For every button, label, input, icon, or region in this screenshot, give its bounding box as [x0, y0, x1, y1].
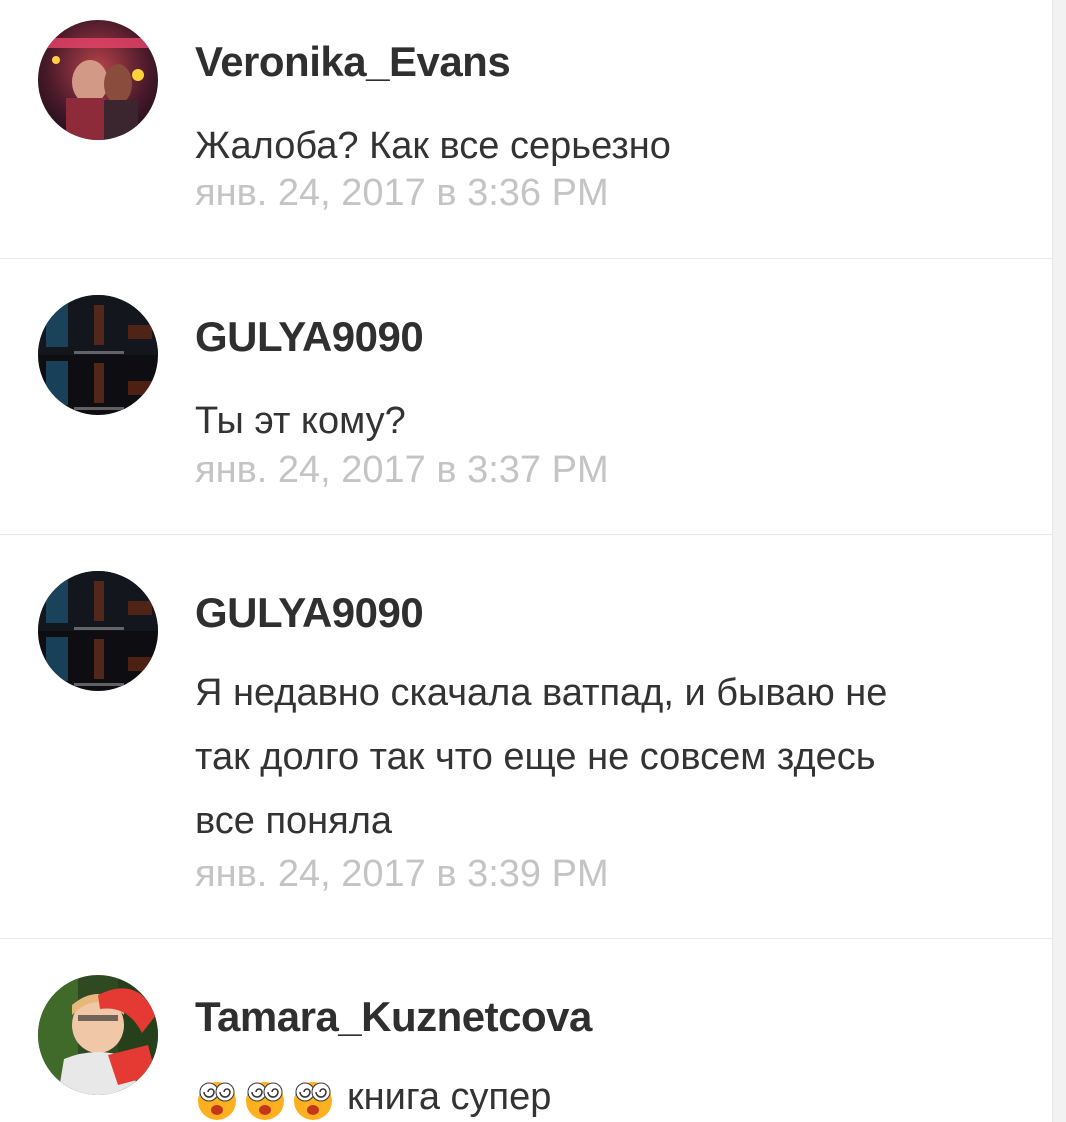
- user-photo-avatar-icon: [38, 20, 158, 140]
- comment-text: Жалоба? Как все серьезно: [195, 125, 671, 167]
- comment-item: GULYA9090 Ты эт кому? янв. 24, 2017 в 3:…: [0, 259, 1052, 535]
- avatar[interactable]: [38, 571, 158, 691]
- avatar[interactable]: [38, 295, 158, 415]
- comment-timestamp: янв. 24, 2017 в 3:36 PM: [195, 172, 609, 214]
- comment-text-body: книга супер: [347, 1076, 552, 1118]
- dizzy-face-emoji-icon: [294, 1081, 332, 1120]
- comment-item: Veronika_Evans Жалоба? Как все серьезно …: [0, 0, 1052, 259]
- avatar[interactable]: [38, 975, 158, 1095]
- avatar[interactable]: [38, 20, 158, 140]
- comment-item: Tamara_Kuznetcova книга супер: [0, 939, 1052, 1122]
- comments-list: Veronika_Evans Жалоба? Как все серьезно …: [0, 0, 1053, 1122]
- dizzy-face-emoji-icon: [246, 1081, 284, 1120]
- comment-username[interactable]: GULYA9090: [195, 313, 424, 361]
- comment-timestamp: янв. 24, 2017 в 3:39 PM: [195, 853, 609, 895]
- comment-item: GULYA9090 Я недавно скачала ватпад, и бы…: [0, 535, 1052, 939]
- comment-text: книга супер: [195, 1065, 995, 1122]
- comment-text: Я недавно скачала ватпад, и бываю не так…: [195, 661, 995, 853]
- comment-text-line: Я недавно скачала ватпад, и бываю не: [195, 672, 888, 714]
- emoji-group: [195, 1077, 335, 1121]
- comment-username[interactable]: Veronika_Evans: [195, 38, 511, 86]
- comment-timestamp: янв. 24, 2017 в 3:37 PM: [195, 449, 609, 491]
- comment-text: Ты эт кому?: [195, 400, 406, 442]
- comment-text-line: все поняла: [195, 800, 393, 842]
- comment-username[interactable]: GULYA9090: [195, 589, 424, 637]
- user-photo-avatar-icon: [38, 975, 158, 1095]
- user-photo-avatar-icon: [38, 571, 158, 691]
- user-photo-avatar-icon: [38, 295, 158, 415]
- comment-text-line: так долго так что еще не совсем здесь: [195, 736, 876, 778]
- comment-username[interactable]: Tamara_Kuznetcova: [195, 993, 592, 1041]
- dizzy-face-emoji-icon: [198, 1081, 236, 1120]
